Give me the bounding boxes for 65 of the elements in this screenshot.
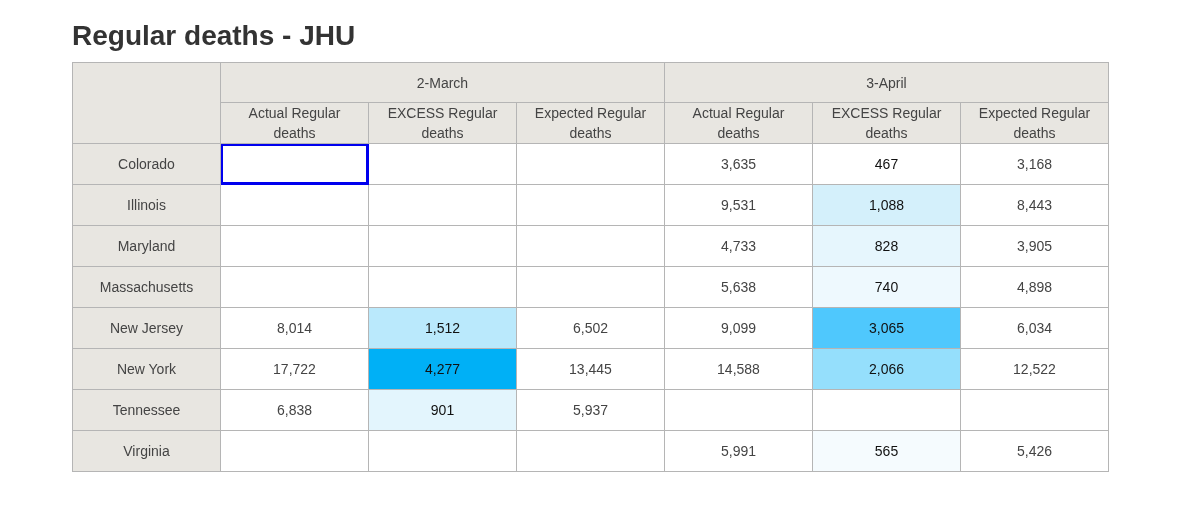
table-cell[interactable] — [220, 143, 369, 185]
column-header: Actual Regular deaths — [220, 102, 369, 144]
row-header: Massachusetts — [72, 266, 221, 308]
column-header: Actual Regular deaths — [664, 102, 813, 144]
table-cell[interactable] — [220, 184, 369, 226]
table-cell[interactable]: 6,034 — [960, 307, 1109, 349]
table-cell[interactable]: 5,937 — [516, 389, 665, 431]
row-header: Colorado — [72, 143, 221, 185]
table-cell[interactable] — [516, 266, 665, 308]
table-cell[interactable]: 3,905 — [960, 225, 1109, 267]
table-cell[interactable] — [220, 266, 369, 308]
table-cell[interactable]: 8,443 — [960, 184, 1109, 226]
table-cell[interactable]: 9,099 — [664, 307, 813, 349]
column-header: EXCESS Regular deaths — [812, 102, 961, 144]
table-cell[interactable]: 8,014 — [220, 307, 369, 349]
table-cell[interactable]: 6,502 — [516, 307, 665, 349]
table-cell[interactable]: 565 — [812, 430, 961, 472]
row-header: New York — [72, 348, 221, 390]
table-cell[interactable]: 5,638 — [664, 266, 813, 308]
row-header: Illinois — [72, 184, 221, 226]
row-header: Tennessee — [72, 389, 221, 431]
table-cell[interactable]: 740 — [812, 266, 961, 308]
table-cell[interactable]: 2,066 — [812, 348, 961, 390]
table-cell[interactable] — [220, 225, 369, 267]
table-cell[interactable]: 17,722 — [220, 348, 369, 390]
table-cell[interactable]: 4,898 — [960, 266, 1109, 308]
table-cell[interactable] — [516, 143, 665, 185]
table-cell[interactable]: 12,522 — [960, 348, 1109, 390]
row-header: New Jersey — [72, 307, 221, 349]
table-cell[interactable]: 467 — [812, 143, 961, 185]
column-header: Expected Regular deaths — [960, 102, 1109, 144]
table-cell[interactable] — [220, 430, 369, 472]
table-cell[interactable]: 3,635 — [664, 143, 813, 185]
table-cell[interactable] — [368, 225, 517, 267]
table-cell[interactable]: 14,588 — [664, 348, 813, 390]
table-cell[interactable]: 4,277 — [368, 348, 517, 390]
row-header: Virginia — [72, 430, 221, 472]
table-cell[interactable]: 3,065 — [812, 307, 961, 349]
table-cell[interactable]: 1,512 — [368, 307, 517, 349]
group-header: 2-March — [220, 62, 665, 103]
table-cell[interactable]: 3,168 — [960, 143, 1109, 185]
table-cell[interactable]: 4,733 — [664, 225, 813, 267]
table-cell[interactable] — [812, 389, 961, 431]
column-header: Expected Regular deaths — [516, 102, 665, 144]
table-cell[interactable]: 13,445 — [516, 348, 665, 390]
table-cell[interactable]: 9,531 — [664, 184, 813, 226]
table-cell[interactable] — [516, 430, 665, 472]
group-header: 3-April — [664, 62, 1109, 103]
table-cell[interactable] — [368, 266, 517, 308]
table-cell[interactable] — [368, 430, 517, 472]
table-cell[interactable]: 5,426 — [960, 430, 1109, 472]
row-header: Maryland — [72, 225, 221, 267]
table-cell[interactable] — [516, 184, 665, 226]
column-header: EXCESS Regular deaths — [368, 102, 517, 144]
table-cell[interactable] — [368, 143, 517, 185]
table-cell[interactable]: 828 — [812, 225, 961, 267]
table-cell[interactable] — [960, 389, 1109, 431]
table-cell[interactable]: 6,838 — [220, 389, 369, 431]
table-cell[interactable] — [664, 389, 813, 431]
table-cell[interactable]: 901 — [368, 389, 517, 431]
table-cell[interactable] — [516, 225, 665, 267]
table-cell[interactable] — [368, 184, 517, 226]
table-cell[interactable]: 1,088 — [812, 184, 961, 226]
page-title: Regular deaths - JHU — [72, 20, 356, 52]
table-cell[interactable]: 5,991 — [664, 430, 813, 472]
